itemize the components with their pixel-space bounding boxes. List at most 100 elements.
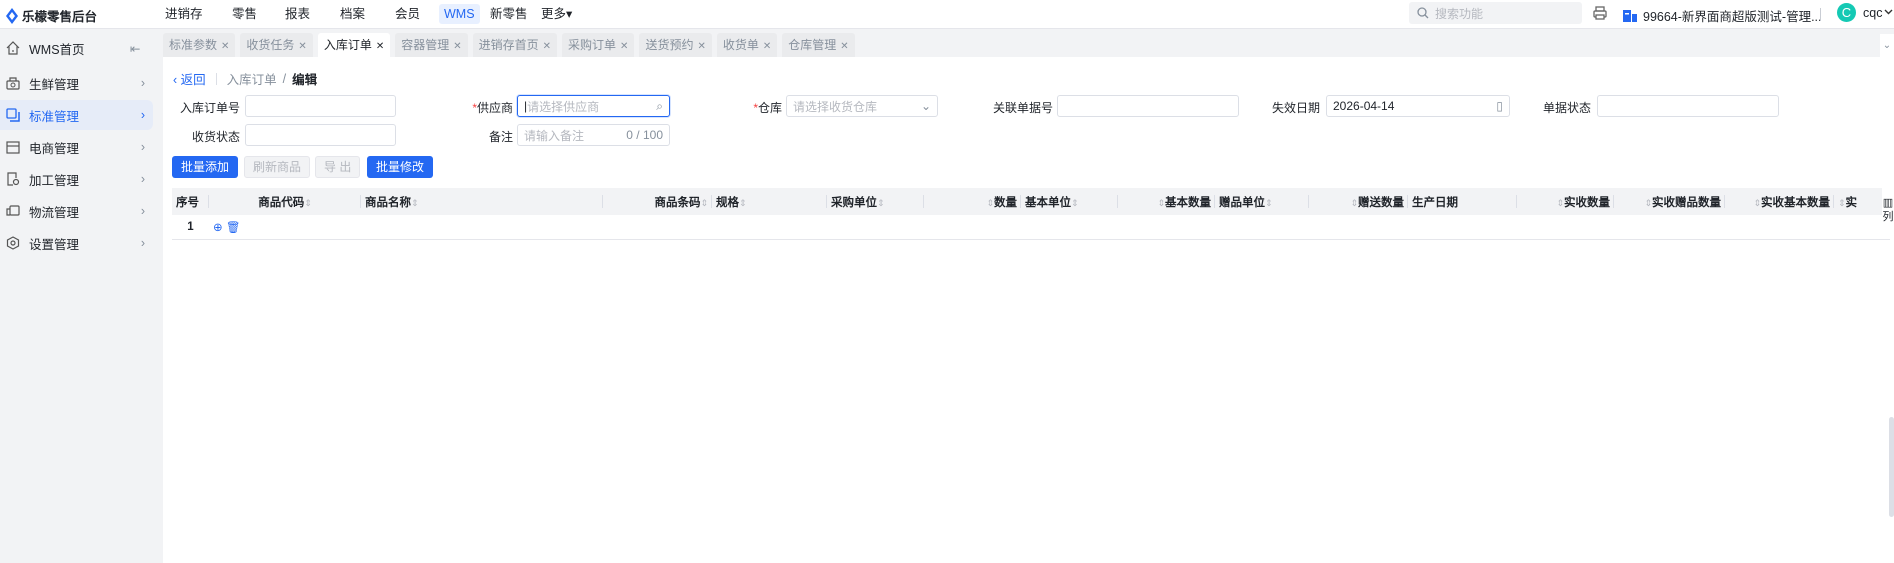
shop-selector[interactable]: 99664-新界面商超版测试-管理...	[1623, 6, 1822, 25]
tab-warehouse-mgmt[interactable]: 仓库管理 ✕	[782, 33, 855, 57]
warehouse-select[interactable]: 请选择收货仓库 ⌄	[786, 95, 938, 117]
tab-label: 进销存首页	[478, 38, 539, 52]
printer-icon[interactable]	[1592, 5, 1608, 24]
close-icon[interactable]: ✕	[840, 41, 848, 52]
nav-member[interactable]: 会员	[390, 4, 425, 24]
tab-receive-task[interactable]: 收货任务 ✕	[240, 33, 313, 57]
tab-standard-params[interactable]: 标准参数 ✕	[163, 33, 236, 57]
sidebar-item-wms-home[interactable]: WMS首页 ⇤	[0, 33, 153, 63]
sort-icon[interactable]: ⇕	[877, 198, 885, 208]
col-product-code[interactable]: 商品代码⇕	[209, 188, 361, 215]
tab-receipt[interactable]: 收货单 ✕	[716, 33, 778, 57]
col-gift-qty[interactable]: ⇕赠送数量	[1309, 188, 1408, 215]
sidebar-item-processing[interactable]: 加工管理 ›	[0, 164, 153, 194]
col-product-name[interactable]: 商品名称⇕	[361, 188, 603, 215]
search-icon[interactable]: ⌕	[656, 99, 663, 114]
nav-more[interactable]: 更多▾	[536, 4, 577, 24]
batch-edit-button[interactable]: 批量修改	[367, 156, 434, 178]
close-icon[interactable]: ✕	[453, 41, 461, 52]
close-icon[interactable]: ✕	[763, 41, 771, 52]
col-received-base-qty[interactable]: ⇕实收基本数量	[1725, 188, 1834, 215]
sidebar-item-standard[interactable]: 标准管理 ›	[0, 100, 153, 130]
close-icon[interactable]: ✕	[376, 41, 384, 52]
col-base-unit[interactable]: 基本单位⇕	[1021, 188, 1118, 215]
column-settings-button[interactable]: ▥ 列	[1882, 188, 1894, 228]
sort-icon[interactable]: ⇕	[739, 198, 747, 208]
nav-archive[interactable]: 档案	[335, 4, 370, 24]
col-received-qty[interactable]: ⇕实收数量	[1517, 188, 1614, 215]
order-no-input[interactable]	[245, 95, 396, 117]
col-quantity[interactable]: ⇕数量	[924, 188, 1021, 215]
nav-jinxiaocun[interactable]: 进销存	[160, 4, 208, 24]
home-icon	[6, 41, 20, 55]
nav-reports[interactable]: 报表	[280, 4, 315, 24]
tab-jxc-home[interactable]: 进销存首页 ✕	[472, 33, 558, 57]
nav-wms[interactable]: WMS	[439, 4, 480, 24]
sort-icon[interactable]: ⇕	[700, 198, 708, 208]
refresh-products-button[interactable]: 刷新商品	[244, 156, 311, 178]
avatar[interactable]: C	[1837, 3, 1856, 22]
tabs-more-chevron-icon[interactable]: ⌄	[1880, 34, 1894, 58]
export-button[interactable]: 导 出	[315, 156, 361, 178]
tab-inbound-order[interactable]: 入库订单 ✕	[317, 33, 391, 57]
tab-container-mgmt[interactable]: 容器管理 ✕	[395, 33, 468, 57]
search-input[interactable]: 搜索功能	[1409, 2, 1582, 24]
sort-icon[interactable]: ⇕	[1644, 198, 1652, 208]
sort-icon[interactable]: ⇕	[1071, 198, 1079, 208]
sort-icon[interactable]: ⇕	[1157, 198, 1165, 208]
page-tabs: 标准参数 ✕ 收货任务 ✕ 入库订单 ✕ 容器管理 ✕ 进销存首页 ✕ 采购订单 ✕ 送货预…	[163, 33, 855, 57]
doc-status-label: 单据状态	[1542, 101, 1591, 115]
column-settings-label: 列	[1882, 211, 1894, 223]
sidebar-item-settings[interactable]: 设置管理 ›	[0, 228, 153, 258]
close-icon[interactable]: ✕	[620, 41, 628, 52]
sort-icon[interactable]: ⇕	[1350, 198, 1358, 208]
tab-delivery-appointment[interactable]: 送货预约 ✕	[639, 33, 712, 57]
app-logo[interactable]: 乐檬零售后台	[6, 6, 97, 25]
collapse-sidebar-icon[interactable]: ⇤	[130, 41, 140, 56]
batch-add-button[interactable]: 批量添加	[172, 156, 239, 178]
product-table: 序号 商品代码⇕ 商品名称⇕ 商品条码⇕ 规格⇕ 采购单位⇕ ⇕数量 基本单位⇕…	[172, 188, 1890, 240]
expire-date-input[interactable]: 2026-04-14 ▯	[1326, 95, 1510, 117]
col-base-qty[interactable]: ⇕基本数量	[1118, 188, 1215, 215]
user-name[interactable]: cqc	[1863, 6, 1882, 20]
chevron-down-icon[interactable]	[1884, 5, 1893, 22]
related-no-input[interactable]	[1057, 95, 1239, 117]
sort-icon[interactable]: ⇕	[411, 198, 419, 208]
col-purchase-unit[interactable]: 采购单位⇕	[827, 188, 924, 215]
sort-icon[interactable]: ⇕	[1556, 198, 1564, 208]
cell	[712, 215, 827, 240]
col-received-gift-qty[interactable]: ⇕实收赠品数量	[1614, 188, 1725, 215]
close-icon[interactable]: ✕	[221, 41, 229, 52]
doc-status-input[interactable]	[1597, 95, 1779, 117]
sort-icon[interactable]: ⇕	[1265, 198, 1273, 208]
col-gift-unit[interactable]: 赠品单位⇕	[1215, 188, 1309, 215]
sort-icon[interactable]: ⇕	[1838, 198, 1846, 208]
sidebar-item-ecommerce[interactable]: 电商管理 ›	[0, 132, 153, 162]
close-icon[interactable]: ✕	[298, 41, 306, 52]
remark-input[interactable]: 请输入备注 0 / 100	[517, 124, 670, 146]
close-icon[interactable]: ✕	[697, 41, 705, 52]
col-spec[interactable]: 规格⇕	[712, 188, 827, 215]
sort-icon[interactable]: ⇕	[304, 198, 312, 208]
col-label: 生产日期	[1412, 196, 1458, 209]
delete-icon[interactable]: 🗑︎	[226, 222, 241, 234]
back-link[interactable]: ‹ 返回	[173, 69, 206, 88]
calendar-icon[interactable]: ▯	[1496, 99, 1503, 113]
vertical-scrollbar[interactable]	[1889, 417, 1894, 517]
add-row-icon[interactable]: ⊕	[213, 222, 223, 234]
col-label: 规格	[716, 196, 739, 209]
sidebar-item-fresh[interactable]: 生鲜管理 ›	[0, 68, 153, 98]
col-label: 实收数量	[1564, 196, 1610, 209]
sort-icon[interactable]: ⇕	[1753, 198, 1761, 208]
col-production-date[interactable]: 生产日期	[1408, 188, 1517, 215]
close-icon[interactable]: ✕	[543, 41, 551, 52]
receive-status-input[interactable]	[245, 124, 396, 146]
sidebar-item-logistics[interactable]: 物流管理 ›	[0, 196, 153, 226]
breadcrumb-parent[interactable]: 入库订单	[227, 69, 277, 88]
nav-retail[interactable]: 零售	[227, 4, 262, 24]
nav-new-retail[interactable]: 新零售	[485, 4, 533, 24]
tab-purchase-order[interactable]: 采购订单 ✕	[562, 33, 635, 57]
supplier-input[interactable]: | 请选择供应商 ⌕	[517, 95, 670, 117]
sort-icon[interactable]: ⇕	[986, 198, 994, 208]
col-barcode[interactable]: 商品条码⇕	[603, 188, 712, 215]
